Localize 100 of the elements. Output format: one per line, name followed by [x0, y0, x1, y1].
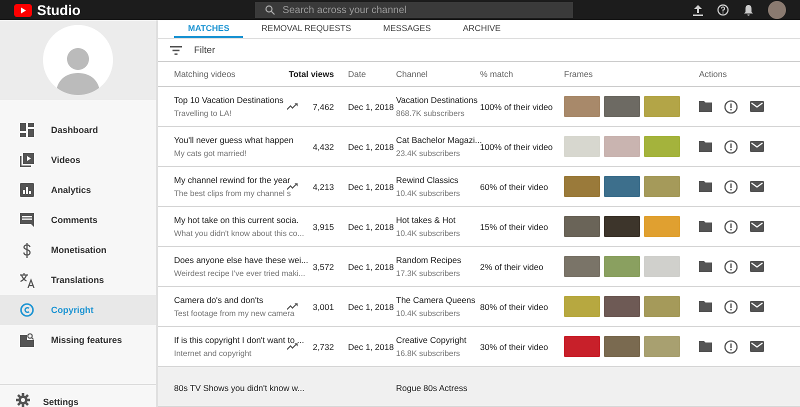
channel-name[interactable]: Rogue 80s Actress	[396, 383, 468, 393]
alert-icon[interactable]	[724, 100, 738, 114]
match-percentage: 2% of their video	[480, 262, 544, 272]
match-date: Dec 1, 2018	[348, 182, 394, 192]
sidebar-item[interactable]: Missing features	[0, 325, 156, 355]
settings-link[interactable]: Settings	[43, 397, 79, 407]
frame-thumbnail	[564, 216, 600, 237]
alert-icon[interactable]	[724, 300, 738, 314]
channel-name[interactable]: Hot takes & Hot	[396, 215, 456, 225]
subscriber-count: 17.3K subscribers	[396, 269, 460, 278]
mail-icon[interactable]	[750, 141, 764, 152]
bell-icon[interactable]	[743, 4, 754, 16]
table-row[interactable]: 80s TV Shows you didn't know w... Rogue 80s Actress	[158, 367, 800, 407]
frame-thumbnail	[604, 296, 640, 317]
folder-icon[interactable]	[699, 341, 712, 352]
search-document-icon	[20, 333, 34, 347]
match-date: Dec 1, 2018	[348, 302, 394, 312]
alert-icon[interactable]	[724, 220, 738, 234]
help-icon[interactable]	[717, 4, 729, 16]
frame-thumbnail	[564, 176, 600, 197]
mail-icon[interactable]	[750, 301, 764, 312]
alert-icon[interactable]	[724, 180, 738, 194]
folder-icon[interactable]	[699, 261, 712, 272]
folder-icon[interactable]	[699, 301, 712, 312]
frame-thumbnail	[644, 296, 680, 317]
video-title[interactable]: You'll never guess what happen	[174, 135, 294, 145]
column-header[interactable]: Total views	[288, 69, 334, 79]
filter-icon[interactable]	[170, 46, 182, 55]
sidebar-item[interactable]: Analytics	[0, 175, 156, 205]
frame-thumbnail	[564, 136, 600, 157]
sidebar-item[interactable]: Translations	[0, 265, 156, 295]
alert-icon[interactable]	[724, 340, 738, 354]
mail-icon[interactable]	[750, 261, 764, 272]
video-description: Weirdest recipe I've ever tried maki...	[174, 269, 306, 278]
filter-label[interactable]: Filter	[194, 44, 216, 56]
video-title[interactable]: Camera do's and don'ts	[174, 295, 264, 305]
match-date: Dec 1, 2018	[348, 142, 394, 152]
folder-icon[interactable]	[699, 181, 712, 192]
folder-icon[interactable]	[699, 221, 712, 232]
mail-icon[interactable]	[750, 101, 764, 112]
match-percentage: 100% of their video	[480, 102, 553, 112]
column-header: % match	[480, 69, 514, 79]
channel-name[interactable]: Rewind Classics	[396, 175, 458, 185]
mail-icon[interactable]	[750, 341, 764, 352]
match-date: Dec 1, 2018	[348, 222, 394, 232]
frame-thumbnail	[604, 256, 640, 277]
comment-icon	[20, 213, 34, 227]
match-percentage: 30% of their video	[480, 342, 548, 352]
match-date: Dec 1, 2018	[348, 262, 394, 272]
subscriber-count: 10.4K subscribers	[396, 189, 460, 198]
sidebar-item[interactable]: Monetisation	[0, 235, 156, 265]
alert-icon[interactable]	[724, 140, 738, 154]
column-header: Actions	[699, 69, 727, 79]
upload-icon[interactable]	[693, 4, 703, 16]
view-count: 3,572	[312, 262, 334, 272]
subscriber-count: 10.4K subscribers	[396, 309, 460, 318]
mail-icon[interactable]	[750, 181, 764, 192]
video-title[interactable]: My hot take on this current socia.	[174, 215, 299, 225]
frame-thumbnail	[644, 136, 680, 157]
logo-text: Studio	[37, 2, 81, 18]
copyright-icon	[20, 303, 34, 317]
search-icon	[264, 5, 275, 15]
frame-thumbnail	[644, 336, 680, 357]
channel-name[interactable]: Random Recipes	[396, 255, 462, 265]
frame-thumbnail	[604, 96, 640, 117]
column-header: Date	[348, 69, 366, 79]
mail-icon[interactable]	[750, 221, 764, 232]
subscriber-count: 23.4K subscribers	[396, 149, 460, 158]
account-avatar[interactable]	[768, 1, 786, 19]
video-title[interactable]: If is this copyright I don't want to ...	[174, 335, 304, 345]
video-description: What you didn't know about this co...	[174, 229, 304, 238]
play-logo-icon	[14, 4, 32, 16]
match-percentage: 15% of their video	[480, 222, 548, 232]
video-title[interactable]: 80s TV Shows you didn't know w...	[174, 383, 304, 393]
match-percentage: 60% of their video	[480, 182, 548, 192]
sidebar-item[interactable]: Dashboard	[0, 115, 156, 145]
dollar-icon	[22, 242, 32, 258]
tab[interactable]: REMOVAL REQUESTS	[247, 20, 366, 38]
subscriber-count: 868.7K subscribers	[396, 109, 464, 118]
channel-name[interactable]: Cat Bachelor Magazi...	[396, 135, 482, 145]
dashboard-icon	[20, 123, 34, 137]
sidebar-item[interactable]: Videos	[0, 145, 156, 175]
view-count: 3,915	[312, 222, 334, 232]
search-field[interactable]: Search across your channel	[254, 2, 573, 18]
video-title[interactable]: Top 10 Vacation Destinations	[174, 95, 284, 105]
tab[interactable]: ARCHIVE	[448, 20, 515, 38]
video-title[interactable]: Does anyone else have these wei...	[174, 255, 308, 265]
video-title[interactable]: My channel rewind for the year	[174, 175, 290, 185]
sidebar-item[interactable]: Comments	[0, 205, 156, 235]
settings-icon[interactable]	[16, 393, 30, 407]
match-percentage: 80% of their video	[480, 302, 548, 312]
folder-icon[interactable]	[699, 101, 712, 112]
channel-name[interactable]: Creative Copyright	[396, 335, 466, 345]
frame-thumbnail	[604, 336, 640, 357]
channel-name[interactable]: The Camera Queens	[396, 295, 476, 305]
folder-icon[interactable]	[699, 141, 712, 152]
video-description: Test footage from my new camera	[174, 309, 294, 318]
channel-name[interactable]: Vacation Destinations	[396, 95, 478, 105]
tab[interactable]: MESSAGES	[369, 20, 445, 38]
alert-icon[interactable]	[724, 260, 738, 274]
